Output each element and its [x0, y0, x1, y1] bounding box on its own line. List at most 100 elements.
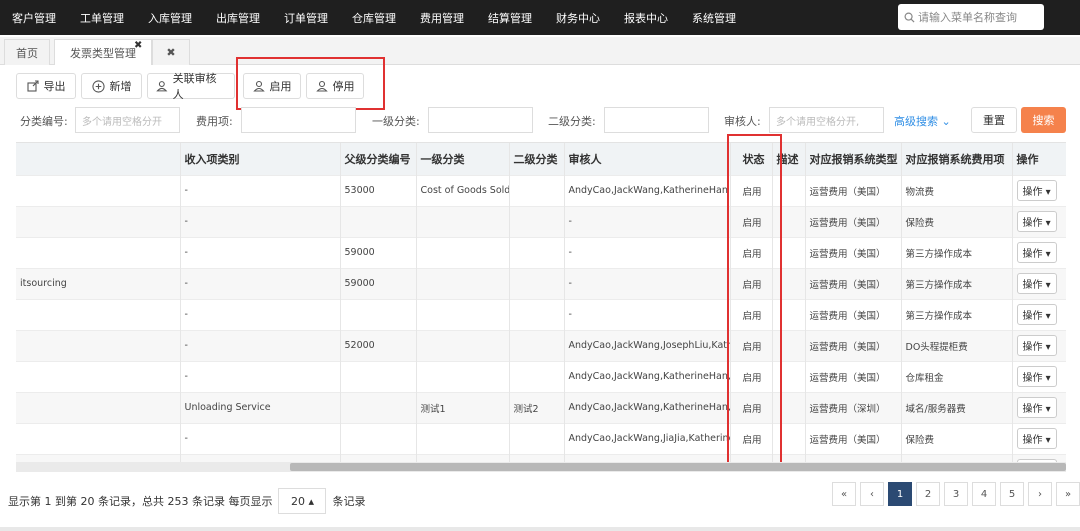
cell-reviewers: AndyCao,JackWang,KatherineHan,Yv... — [564, 360, 731, 392]
tab-home[interactable]: 首页 — [4, 39, 50, 65]
export-button[interactable]: 导出 — [16, 73, 76, 99]
filter-bar: 分类编号: 多个请用空格分开 费用项: 一级分类: 二级分类: 审核人: 多个请… — [0, 107, 1080, 133]
cell-name: itsourcing — [16, 267, 181, 299]
reviewer-input[interactable]: 多个请用空格分开, — [769, 107, 884, 133]
page-button[interactable]: 5 — [1000, 482, 1024, 506]
chevron-down-icon: ⌄ — [941, 115, 951, 128]
col-header: 父级分类编号 — [340, 143, 417, 175]
operation-dropdown-button[interactable]: 操作 ▾ — [1016, 211, 1057, 232]
col-header — [16, 143, 181, 175]
table-row: - AndyCao,JackWang,JiaJia,Katherine... 启用运… — [16, 422, 1066, 454]
cell-income-type: - — [180, 205, 341, 237]
operation-dropdown-button[interactable]: 操作 ▾ — [1016, 180, 1057, 201]
table-row: itsourcing -59000- 启用 运营费用（美国） 第三方操作成本 操作 ▾ — [16, 267, 1066, 299]
page-button[interactable]: 2 — [916, 482, 940, 506]
link-reviewer-label: 关联审核人 — [172, 72, 217, 101]
cell-parent-code: 59000 — [340, 267, 417, 299]
search-icon — [904, 12, 915, 23]
cell-reimb-type: 运营费用（美国） — [805, 298, 902, 330]
nav-item-system[interactable]: 系统管理 — [692, 10, 736, 26]
first-page-button[interactable]: « — [832, 482, 856, 506]
page-button[interactable]: 1 — [888, 482, 912, 506]
cell-level2 — [509, 174, 565, 206]
level2-input[interactable] — [604, 107, 709, 133]
next-page-button[interactable]: › — [1028, 482, 1052, 506]
cell-reimb-type: 运营费用（美国） — [805, 267, 902, 299]
last-page-button[interactable]: » — [1056, 482, 1080, 506]
cell-reviewers: - — [564, 205, 731, 237]
tab-bar: 首页 发票类型管理 ✖ ✖ — [0, 37, 1080, 65]
cell-income-type: - — [180, 298, 341, 330]
nav-item-customer[interactable]: 客户管理 — [12, 10, 56, 26]
nav-item-inbound[interactable]: 入库管理 — [148, 10, 192, 26]
tab-fee-type-label: 发票类型管理 — [70, 46, 136, 60]
cell-level1 — [416, 329, 510, 361]
nav-item-finance[interactable]: 财务中心 — [556, 10, 600, 26]
tab-close-icon[interactable]: ✖ — [134, 40, 142, 51]
data-table: 收入项类别 父级分类编号 一级分类 二级分类 审核人 状态 描述 对应报销系统类… — [16, 142, 1066, 472]
code-input[interactable]: 多个请用空格分开 — [75, 107, 180, 133]
menu-search-input[interactable]: 请输入菜单名称查询 — [898, 4, 1044, 30]
cell-reviewers: AndyCao,JackWang,JosephLiu,Kathe... — [564, 329, 731, 361]
cell-parent-code — [340, 422, 417, 454]
col-header: 对应报销系统类型 — [805, 143, 902, 175]
cell-level1 — [416, 422, 510, 454]
operation-dropdown-button[interactable]: 操作 ▾ — [1016, 273, 1057, 294]
reset-button[interactable]: 重置 — [971, 107, 1017, 133]
highlight-box-status — [727, 134, 782, 465]
cell-reimb-item: DO头程提柜费 — [901, 329, 1013, 361]
advanced-search-link[interactable]: 高级搜索 ⌄ — [894, 113, 951, 129]
search-button[interactable]: 搜索 — [1021, 107, 1066, 133]
operation-dropdown-button[interactable]: 操作 ▾ — [1016, 397, 1057, 418]
page-button[interactable]: 3 — [944, 482, 968, 506]
cell-operation: 操作 ▾ — [1012, 236, 1066, 268]
scrollbar-thumb[interactable] — [290, 463, 1066, 471]
reviewer-label: 审核人: — [724, 115, 761, 128]
add-button[interactable]: 新增 — [81, 73, 142, 99]
cell-income-type: - — [180, 329, 341, 361]
cell-level1 — [416, 236, 510, 268]
cell-reviewers: AndyCao,JackWang,KatherineHan,Yv... — [564, 391, 731, 423]
cell-operation: 操作 ▾ — [1012, 422, 1066, 454]
horizontal-scrollbar[interactable] — [16, 462, 1066, 472]
operation-dropdown-button[interactable]: 操作 ▾ — [1016, 242, 1057, 263]
cell-reviewers: - — [564, 236, 731, 268]
prev-page-button[interactable]: ‹ — [860, 482, 884, 506]
level1-input[interactable] — [428, 107, 533, 133]
cell-parent-code — [340, 360, 417, 392]
export-label: 导出 — [43, 80, 66, 93]
records-summary: 显示第 1 到第 20 条记录，总共 253 条记录 每页显示 — [8, 495, 273, 508]
close-all-tabs-icon[interactable]: ✖ — [152, 39, 190, 65]
col-header: 二级分类 — [509, 143, 565, 175]
cell-level2 — [509, 422, 565, 454]
cell-level2 — [509, 205, 565, 237]
export-icon — [26, 80, 39, 92]
link-reviewer-button[interactable]: 关联审核人 — [147, 72, 235, 101]
cell-operation: 操作 ▾ — [1012, 174, 1066, 206]
operation-dropdown-button[interactable]: 操作 ▾ — [1016, 304, 1057, 325]
nav-item-outbound[interactable]: 出库管理 — [216, 10, 260, 26]
operation-dropdown-button[interactable]: 操作 ▾ — [1016, 428, 1057, 449]
operation-dropdown-button[interactable]: 操作 ▾ — [1016, 335, 1057, 356]
operation-dropdown-button[interactable]: 操作 ▾ — [1016, 366, 1057, 387]
cell-operation: 操作 ▾ — [1012, 298, 1066, 330]
bottom-border — [0, 527, 1080, 531]
nav-item-report[interactable]: 报表中心 — [624, 10, 668, 26]
cell-income-type: - — [180, 267, 341, 299]
nav-item-fee[interactable]: 费用管理 — [420, 10, 464, 26]
table-row: -52000 AndyCao,JackWang,JosephLiu,Kathe..… — [16, 329, 1066, 361]
cell-level2: 测试2 — [509, 391, 565, 423]
cell-name — [16, 205, 181, 237]
col-header: 对应报销系统费用项 — [901, 143, 1013, 175]
level2-label: 二级分类: — [548, 115, 596, 128]
cell-parent-code — [340, 391, 417, 423]
fee-input[interactable] — [241, 107, 356, 133]
nav-item-settlement[interactable]: 结算管理 — [488, 10, 532, 26]
nav-item-warehouse[interactable]: 仓库管理 — [352, 10, 396, 26]
page-size-select[interactable]: 20 ▴ — [278, 488, 327, 514]
fee-label: 费用项: — [196, 115, 233, 128]
page-button[interactable]: 4 — [972, 482, 996, 506]
nav-item-order[interactable]: 订单管理 — [284, 10, 328, 26]
cell-parent-code: 53000 — [340, 174, 417, 206]
nav-item-workorder[interactable]: 工单管理 — [80, 10, 124, 26]
